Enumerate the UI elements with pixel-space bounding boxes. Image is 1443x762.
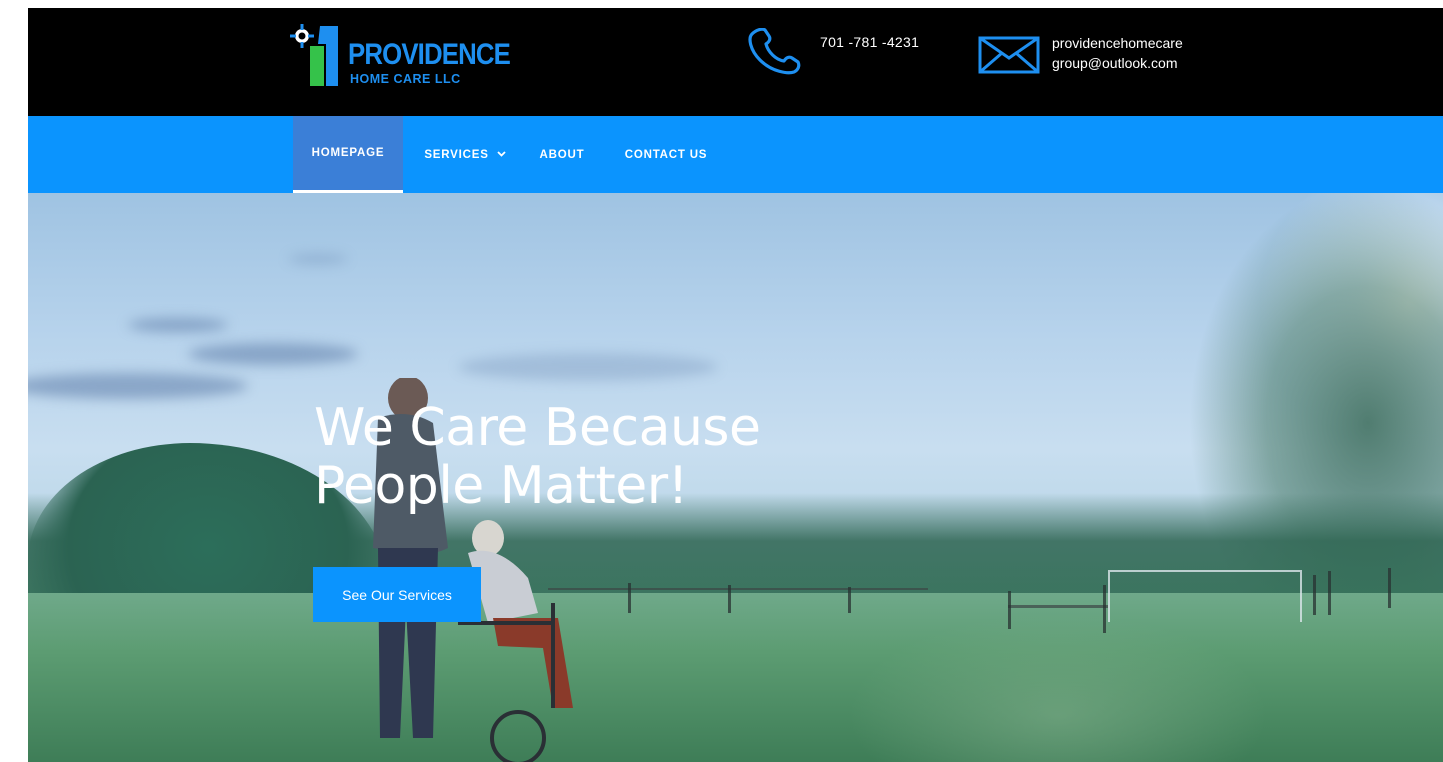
email-address[interactable]: providencehomecare group@outlook.com (1052, 33, 1232, 73)
nav-label: SERVICES (424, 148, 489, 161)
hero-headline: We Care Because People Matter! (314, 399, 874, 515)
main-nav: HOMEPAGE SERVICES ABOUT CONTACT US (28, 116, 1443, 193)
nav-item-about[interactable]: ABOUT (528, 116, 596, 193)
nav-item-contact-us[interactable]: CONTACT US (610, 116, 722, 193)
phone-number[interactable]: 701 -781 -4231 (820, 34, 919, 50)
logo-emblem-icon (290, 24, 338, 86)
email-line-2: group@outlook.com (1052, 55, 1178, 71)
nav-label: HOMEPAGE (311, 147, 385, 159)
nav-label: ABOUT (539, 148, 585, 161)
nav-item-homepage[interactable]: HOMEPAGE (293, 116, 403, 193)
top-header: PROVIDENCE HOME CARE LLC 701 -781 -4231 … (28, 8, 1443, 116)
logo-title: PROVIDENCE (348, 38, 511, 71)
nav-label: CONTACT US (624, 148, 708, 161)
chevron-down-icon (497, 150, 506, 157)
page: PROVIDENCE HOME CARE LLC 701 -781 -4231 … (28, 8, 1443, 762)
email-line-1: providencehomecare (1052, 35, 1183, 51)
hero-headline-line-2: People Matter! (314, 456, 689, 516)
phone-icon (748, 28, 801, 75)
see-our-services-button[interactable]: See Our Services (313, 567, 481, 622)
logo-subtitle: HOME CARE LLC (350, 72, 461, 86)
hero-section: We Care Because People Matter! See Our S… (28, 193, 1443, 762)
nav-item-services[interactable]: SERVICES (410, 116, 520, 193)
mail-icon (978, 36, 1040, 74)
logo[interactable]: PROVIDENCE HOME CARE LLC (290, 22, 511, 88)
hero-headline-line-1: We Care Because (314, 398, 761, 458)
